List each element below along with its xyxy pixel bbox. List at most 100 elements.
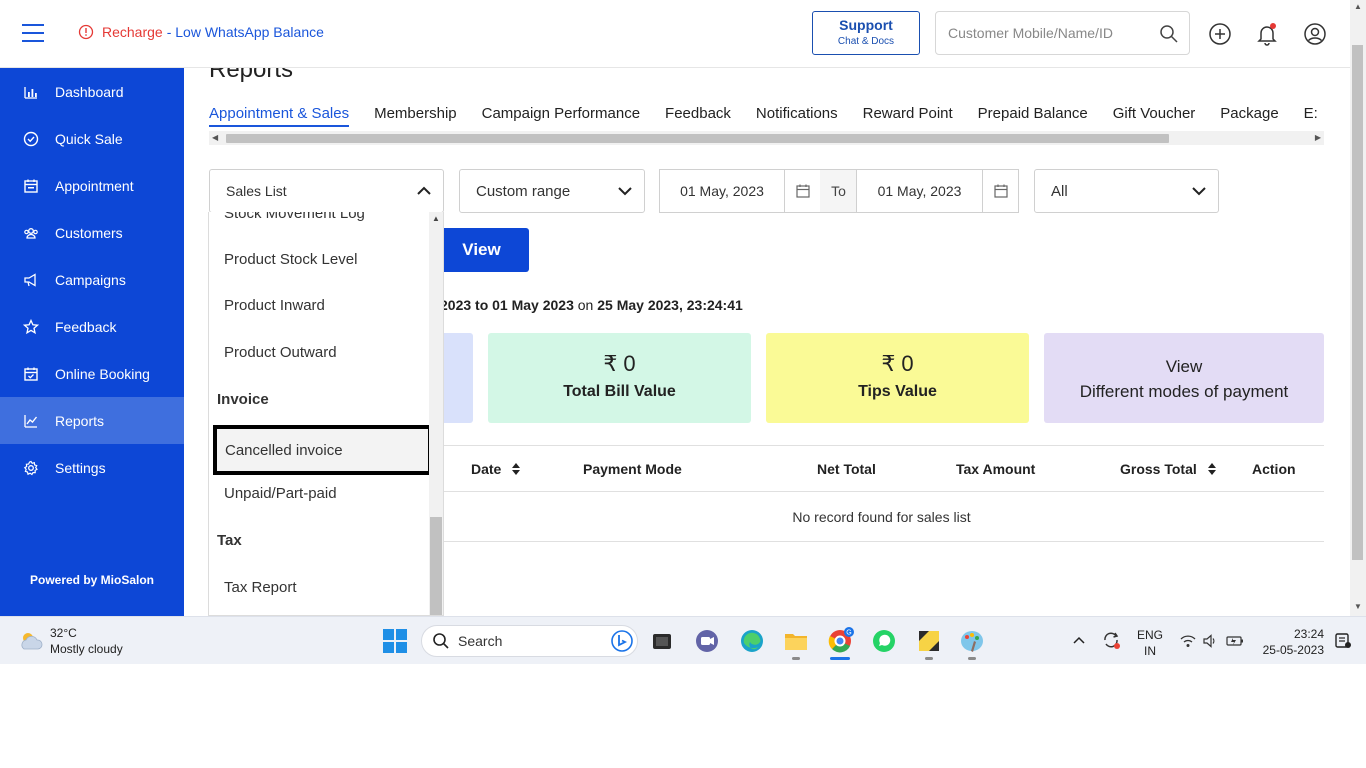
recharge-link[interactable]: Recharge bbox=[102, 24, 163, 40]
scroll-up-arrow-icon[interactable]: ▲ bbox=[1354, 2, 1362, 11]
taskbar-search-label: Search bbox=[458, 633, 503, 649]
payment-modes-view: View bbox=[1165, 357, 1203, 376]
line-chart-icon bbox=[24, 414, 38, 428]
sidebar: Dashboard Quick Sale Appointment Custome… bbox=[0, 68, 184, 616]
tab-prepaid-balance[interactable]: Prepaid Balance bbox=[978, 105, 1088, 127]
column-date[interactable]: Date bbox=[471, 461, 521, 477]
weather-desc: Mostly cloudy bbox=[50, 642, 123, 656]
option-product-outward[interactable]: Product Outward bbox=[224, 344, 337, 361]
scroll-down-arrow-icon[interactable]: ▼ bbox=[1354, 602, 1362, 611]
sync-icon[interactable] bbox=[1100, 629, 1122, 651]
taskbar-search[interactable]: Search bbox=[421, 625, 638, 657]
customer-search bbox=[935, 11, 1190, 55]
bell-icon[interactable] bbox=[1255, 22, 1279, 46]
tab-gift-voucher[interactable]: Gift Voucher bbox=[1113, 105, 1196, 127]
chevron-up-icon bbox=[417, 186, 431, 195]
file-explorer-dark-icon[interactable] bbox=[648, 627, 676, 655]
tab-reward-point[interactable]: Reward Point bbox=[863, 105, 953, 127]
customer-search-input[interactable] bbox=[936, 12, 1146, 54]
tips-label: Tips Value bbox=[858, 383, 937, 400]
windows-start-icon[interactable] bbox=[383, 629, 407, 653]
scrollbar-thumb[interactable] bbox=[226, 134, 1169, 143]
date-to-field[interactable]: 01 May, 2023 bbox=[856, 169, 1019, 213]
sidebar-item-online-booking[interactable]: Online Booking bbox=[0, 350, 184, 397]
calendar-icon[interactable] bbox=[784, 170, 820, 212]
filter-value: All bbox=[1051, 182, 1068, 200]
sidebar-item-label: Online Booking bbox=[55, 365, 150, 382]
edge-browser-icon[interactable] bbox=[738, 627, 766, 655]
sidebar-item-settings[interactable]: Settings bbox=[0, 444, 184, 491]
filter-select[interactable]: All bbox=[1034, 169, 1219, 213]
tab-appointment-sales[interactable]: Appointment & Sales bbox=[209, 105, 350, 127]
page-scrollbar-thumb[interactable] bbox=[1352, 45, 1363, 560]
wifi-icon[interactable] bbox=[1180, 633, 1196, 649]
option-product-stock-level[interactable]: Product Stock Level bbox=[224, 251, 357, 268]
menu-icon[interactable] bbox=[22, 24, 46, 44]
to-label: To bbox=[820, 169, 857, 213]
user-profile-icon[interactable] bbox=[1303, 22, 1327, 46]
calendar-icon[interactable] bbox=[982, 170, 1018, 212]
sidebar-item-dashboard[interactable]: Dashboard bbox=[0, 68, 184, 115]
scroll-left-arrow-icon[interactable]: ◀ bbox=[212, 133, 218, 142]
teams-chat-icon[interactable] bbox=[693, 627, 721, 655]
option-product-inward[interactable]: Product Inward bbox=[224, 297, 325, 314]
scroll-up-arrow-icon[interactable]: ▲ bbox=[432, 214, 440, 223]
sticky-notes-icon[interactable] bbox=[915, 627, 943, 655]
tabs-scrollbar[interactable]: ◀ ▶ bbox=[209, 131, 1324, 145]
sidebar-item-quick-sale[interactable]: Quick Sale bbox=[0, 115, 184, 162]
search-icon[interactable] bbox=[1159, 24, 1179, 44]
support-subtitle: Chat & Docs bbox=[837, 36, 895, 47]
support-button[interactable]: Support Chat & Docs bbox=[812, 11, 920, 55]
chrome-browser-icon[interactable]: G bbox=[826, 627, 854, 655]
chevron-up-icon[interactable] bbox=[1068, 631, 1090, 651]
add-icon[interactable] bbox=[1208, 22, 1232, 46]
option-unpaid-part-paid[interactable]: Unpaid/Part-paid bbox=[224, 485, 337, 502]
sidebar-item-customers[interactable]: Customers bbox=[0, 209, 184, 256]
tab-campaign-performance[interactable]: Campaign Performance bbox=[482, 105, 640, 127]
folder-icon[interactable] bbox=[782, 627, 810, 655]
tips-value-card: ₹ 0 Tips Value bbox=[766, 333, 1029, 423]
total-bill-label: Total Bill Value bbox=[563, 383, 676, 400]
bing-icon bbox=[611, 630, 633, 652]
sidebar-item-reports[interactable]: Reports bbox=[0, 397, 184, 444]
dropdown-scrollbar[interactable]: ▲ bbox=[429, 212, 443, 615]
system-clock[interactable]: 23:24 25-05-2023 bbox=[1258, 626, 1324, 658]
tab-e[interactable]: E: bbox=[1304, 105, 1318, 127]
tab-membership[interactable]: Membership bbox=[374, 105, 457, 127]
tab-package[interactable]: Package bbox=[1220, 105, 1278, 127]
dropdown-scrollbar-thumb[interactable] bbox=[430, 517, 442, 615]
notification-center-icon[interactable] bbox=[1334, 632, 1352, 650]
view-button[interactable]: View bbox=[434, 228, 529, 272]
sales-table-header: Date Payment Mode Net Total Tax Amount G… bbox=[439, 445, 1324, 492]
option-tax-report[interactable]: Tax Report bbox=[224, 579, 297, 596]
date-from-field[interactable]: 01 May, 2023 bbox=[659, 169, 821, 213]
chevron-down-icon bbox=[1192, 187, 1206, 196]
whatsapp-icon[interactable] bbox=[870, 627, 898, 655]
date-range-select[interactable]: Custom range bbox=[459, 169, 645, 213]
volume-icon[interactable] bbox=[1202, 633, 1218, 649]
column-net-total: Net Total bbox=[817, 461, 876, 477]
page-scrollbar[interactable]: ▲ ▼ bbox=[1350, 0, 1366, 616]
payment-modes-card[interactable]: View Different modes of payment bbox=[1044, 333, 1324, 423]
language-indicator[interactable]: ENG IN bbox=[1137, 627, 1163, 659]
weather-widget[interactable]: 32°C Mostly cloudy bbox=[18, 625, 123, 657]
sidebar-item-campaigns[interactable]: Campaigns bbox=[0, 256, 184, 303]
windows-taskbar: 32°C Mostly cloudy Search G ENG IN 23:24… bbox=[0, 616, 1366, 664]
sort-icon[interactable] bbox=[1207, 462, 1217, 476]
option-cancelled-invoice[interactable]: Cancelled invoice bbox=[213, 425, 432, 475]
tab-feedback[interactable]: Feedback bbox=[665, 105, 731, 127]
running-indicator bbox=[968, 657, 976, 660]
payment-modes-label: Different modes of payment bbox=[1079, 382, 1289, 401]
low-balance-alert[interactable]: Recharge - Low WhatsApp Balance bbox=[78, 24, 324, 40]
sort-icon[interactable] bbox=[511, 462, 521, 476]
battery-icon[interactable] bbox=[1226, 633, 1244, 649]
sidebar-item-appointment[interactable]: Appointment bbox=[0, 162, 184, 209]
tab-notifications[interactable]: Notifications bbox=[756, 105, 838, 127]
search-icon bbox=[433, 633, 449, 649]
scroll-right-arrow-icon[interactable]: ▶ bbox=[1315, 133, 1321, 142]
column-gross-total[interactable]: Gross Total bbox=[1120, 461, 1217, 477]
paint-icon[interactable] bbox=[958, 627, 986, 655]
report-type-select[interactable]: Sales List bbox=[209, 169, 444, 213]
sidebar-item-feedback[interactable]: Feedback bbox=[0, 303, 184, 350]
option-stock-movement-log[interactable]: Stock Movement Log bbox=[224, 212, 365, 222]
